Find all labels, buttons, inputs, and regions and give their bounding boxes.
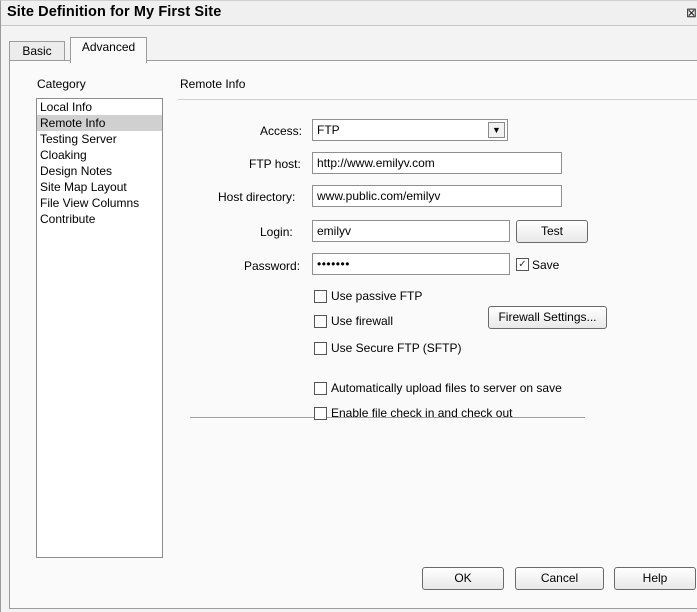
- password-input[interactable]: •••••••: [312, 253, 510, 275]
- ok-button[interactable]: OK: [422, 567, 504, 590]
- category-item-local-info[interactable]: Local Info: [37, 99, 162, 115]
- passive-ftp-label[interactable]: Use passive FTP: [331, 289, 422, 303]
- auto-upload-checkbox[interactable]: [314, 382, 327, 395]
- access-label: Access:: [260, 124, 303, 138]
- sftp-label[interactable]: Use Secure FTP (SFTP): [331, 341, 461, 355]
- check-in-out-checkbox[interactable]: [314, 407, 327, 420]
- host-directory-input[interactable]: www.public.com/emilyv: [312, 185, 562, 207]
- advanced-panel: Category Local Info Remote Info Testing …: [9, 60, 697, 609]
- window-title: Site Definition for My First Site: [7, 4, 222, 20]
- firewall-checkbox[interactable]: [314, 315, 327, 328]
- login-label: Login:: [260, 225, 293, 239]
- test-button[interactable]: Test: [516, 220, 588, 243]
- site-definition-dialog: Site Definition for My First Site ⊠ Basi…: [0, 0, 697, 612]
- ftp-host-input[interactable]: http://www.emilyv.com: [312, 152, 562, 174]
- title-bar: Site Definition for My First Site ⊠: [1, 1, 697, 26]
- checkmark-icon: ✓: [518, 259, 527, 270]
- category-item-site-map-layout[interactable]: Site Map Layout: [37, 179, 162, 195]
- sftp-checkbox[interactable]: [314, 342, 327, 355]
- auto-upload-label[interactable]: Automatically upload files to server on …: [331, 381, 562, 395]
- close-icon[interactable]: ⊠: [686, 5, 697, 21]
- access-value: FTP: [317, 123, 340, 137]
- tab-basic[interactable]: Basic: [9, 41, 65, 62]
- password-label: Password:: [244, 259, 301, 273]
- category-list[interactable]: Local Info Remote Info Testing Server Cl…: [36, 98, 163, 558]
- section-divider: [178, 99, 697, 100]
- chevron-down-icon[interactable]: ▼: [488, 122, 505, 138]
- firewall-settings-button[interactable]: Firewall Settings...: [488, 306, 607, 329]
- category-item-testing-server[interactable]: Testing Server: [37, 131, 162, 147]
- passive-ftp-checkbox[interactable]: [314, 290, 327, 303]
- section-title: Remote Info: [180, 77, 246, 91]
- category-heading: Category: [37, 77, 86, 91]
- category-item-remote-info[interactable]: Remote Info: [37, 115, 162, 131]
- ftp-host-label: FTP host:: [249, 157, 301, 171]
- save-checkbox[interactable]: ✓: [516, 258, 529, 271]
- category-item-cloaking[interactable]: Cloaking: [37, 147, 162, 163]
- category-item-design-notes[interactable]: Design Notes: [37, 163, 162, 179]
- firewall-label[interactable]: Use firewall: [331, 314, 393, 328]
- tab-advanced[interactable]: Advanced: [70, 37, 147, 63]
- host-directory-label: Host directory:: [218, 190, 296, 204]
- save-label[interactable]: Save: [532, 258, 559, 272]
- category-item-contribute[interactable]: Contribute: [37, 211, 162, 227]
- access-select[interactable]: FTP ▼: [312, 119, 508, 141]
- check-in-out-label[interactable]: Enable file check in and check out: [331, 406, 512, 420]
- help-button[interactable]: Help: [614, 567, 696, 590]
- login-input[interactable]: emilyv: [312, 220, 510, 242]
- cancel-button[interactable]: Cancel: [515, 567, 604, 590]
- category-item-file-view-columns[interactable]: File View Columns: [37, 195, 162, 211]
